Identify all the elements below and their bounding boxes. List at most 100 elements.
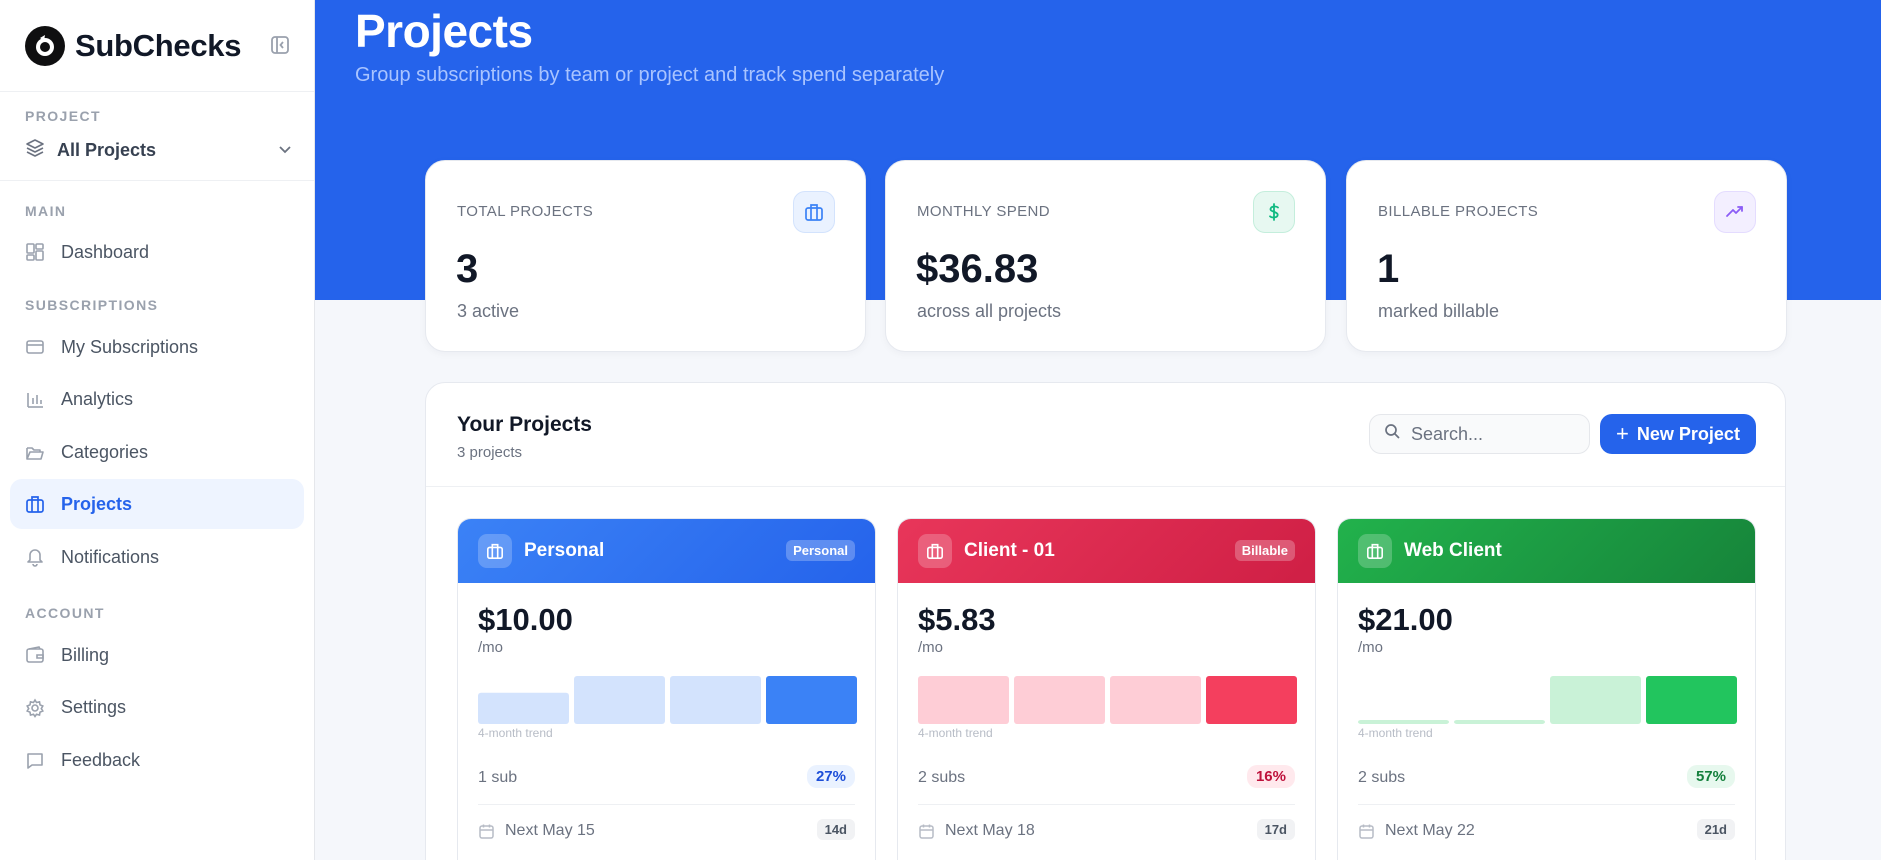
gear-icon	[25, 697, 45, 718]
spend-share-badge: 57%	[1686, 765, 1735, 788]
trend-bar	[1110, 676, 1201, 724]
sidebar-item-billing[interactable]: Billing	[10, 629, 304, 681]
sidebar-item-label: Billing	[61, 644, 110, 665]
bell-icon	[25, 547, 45, 567]
sidebar-item-label: Feedback	[61, 750, 141, 770]
page-title: Projects	[355, 5, 533, 57]
project-period: /mo	[918, 639, 944, 656]
brand: SubChecks	[0, 0, 314, 92]
trend-bar	[1454, 720, 1545, 724]
trend-bar	[1358, 720, 1449, 724]
next-renewal: Next May 18	[918, 822, 1035, 840]
plus-icon: +	[1616, 421, 1629, 446]
stat-sub: across all projects	[917, 301, 1062, 321]
sidebar-item-projects[interactable]: Projects	[10, 479, 304, 529]
trend-bar	[1014, 676, 1105, 724]
sidebar-item-label: Analytics	[61, 389, 134, 409]
message-icon	[25, 751, 45, 771]
project-card-client-01[interactable]: Client - 01 Billable $5.83 /mo 4-month t…	[897, 518, 1316, 860]
sidebar-item-settings[interactable]: Settings	[10, 681, 304, 734]
stat-card-monthly-spend: MONTHLY SPEND $36.83 across all projects	[885, 160, 1326, 352]
project-count: 3 projects	[457, 444, 523, 461]
sidebar-item-analytics[interactable]: Analytics	[10, 373, 304, 426]
brand-name: SubChecks	[75, 27, 242, 63]
trend-label: 4-month trend	[1358, 726, 1433, 740]
trend-bar	[918, 676, 1009, 724]
divider	[1358, 804, 1735, 805]
sidebar-item-categories[interactable]: Categories	[10, 426, 304, 479]
panel-title: Your Projects	[457, 413, 592, 436]
chevron-down-icon	[276, 140, 294, 163]
collapse-sidebar-icon[interactable]	[269, 34, 291, 56]
search-box[interactable]	[1369, 414, 1590, 454]
trend-bar	[1206, 676, 1297, 724]
days-left-badge: 21d	[1696, 819, 1735, 840]
layers-icon	[25, 138, 45, 163]
days-left-badge: 14d	[816, 819, 855, 840]
next-renewal: Next May 15	[478, 822, 595, 840]
subscription-count: 2 subs	[918, 769, 966, 786]
sidebar: SubChecks PROJECT All Projects MAIN Dash…	[0, 0, 315, 860]
sidebar-item-label: Dashboard	[61, 241, 150, 262]
wallet-icon	[25, 645, 45, 665]
briefcase-icon	[918, 534, 952, 568]
page-subtitle: Group subscriptions by team or project a…	[355, 64, 945, 86]
sidebar-item-feedback[interactable]: Feedback	[10, 734, 304, 787]
calendar-icon	[479, 824, 494, 839]
section-label-project: PROJECT	[25, 108, 101, 124]
sidebar-item-notifications[interactable]: Notifications	[10, 529, 304, 585]
sidebar-item-label: Projects	[61, 493, 133, 514]
sidebar-item-label: Notifications	[61, 546, 160, 567]
search-icon	[1384, 423, 1401, 445]
projects-panel-header: Your Projects 3 projects + New Project	[426, 383, 1785, 487]
stat-label: MONTHLY SPEND	[917, 203, 1051, 220]
folder-icon	[25, 443, 45, 463]
project-card-header: Client - 01 Billable	[898, 519, 1315, 583]
project-name: Client - 01	[964, 540, 1055, 561]
project-card-personal[interactable]: Personal Personal $10.00 /mo 4-month tre…	[457, 518, 876, 860]
project-amount: $21.00	[1358, 602, 1453, 637]
trend-bar	[574, 676, 665, 724]
trend-bar	[670, 676, 761, 724]
new-project-button[interactable]: + New Project	[1600, 414, 1756, 454]
sidebar-item-dashboard[interactable]: Dashboard	[10, 227, 304, 277]
section-label-account: ACCOUNT	[25, 605, 105, 621]
briefcase-icon	[25, 494, 45, 514]
trend-bar	[478, 692, 569, 724]
next-renewal: Next May 22	[1358, 822, 1475, 840]
sidebar-item-label: My Subscriptions	[61, 336, 199, 357]
project-name: Personal	[524, 540, 605, 561]
projects-panel: Your Projects 3 projects + New Project P…	[425, 382, 1786, 860]
stat-label: BILLABLE PROJECTS	[1378, 203, 1539, 220]
search-input[interactable]	[1411, 423, 1581, 445]
trend-label: 4-month trend	[478, 726, 553, 740]
trend-bar	[1550, 676, 1641, 724]
briefcase-icon	[793, 191, 835, 233]
project-period: /mo	[1358, 639, 1384, 656]
trend-chart	[478, 676, 857, 724]
project-card-header: Web Client	[1338, 519, 1755, 583]
stat-card-total-projects: TOTAL PROJECTS 3 3 active	[425, 160, 866, 352]
grid-icon	[25, 242, 45, 262]
next-renewal-text: Next May 22	[1385, 822, 1475, 839]
subscription-count: 2 subs	[1358, 769, 1406, 786]
sidebar-item-my-subscriptions[interactable]: My Subscriptions	[10, 321, 304, 373]
project-amount: $5.83	[918, 602, 996, 637]
calendar-icon	[919, 824, 934, 839]
card-icon	[25, 337, 45, 357]
briefcase-icon	[478, 534, 512, 568]
project-badge: Billable	[1234, 540, 1295, 561]
next-renewal-text: Next May 18	[945, 822, 1035, 839]
spend-share-badge: 27%	[806, 765, 855, 788]
stat-card-billable-projects: BILLABLE PROJECTS 1 marked billable	[1346, 160, 1787, 352]
bar-chart-icon	[25, 390, 45, 410]
project-name: Web Client	[1404, 540, 1502, 561]
days-left-badge: 17d	[1256, 819, 1295, 840]
next-renewal-text: Next May 15	[505, 822, 595, 839]
stat-label: TOTAL PROJECTS	[457, 203, 594, 220]
project-selector[interactable]: All Projects	[25, 132, 291, 168]
stat-sub: marked billable	[1378, 301, 1500, 321]
stat-value: 1	[1377, 247, 1400, 291]
trend-chart	[918, 676, 1297, 724]
project-card-web-client[interactable]: Web Client $21.00 /mo 4-month trend 2 su…	[1337, 518, 1756, 860]
